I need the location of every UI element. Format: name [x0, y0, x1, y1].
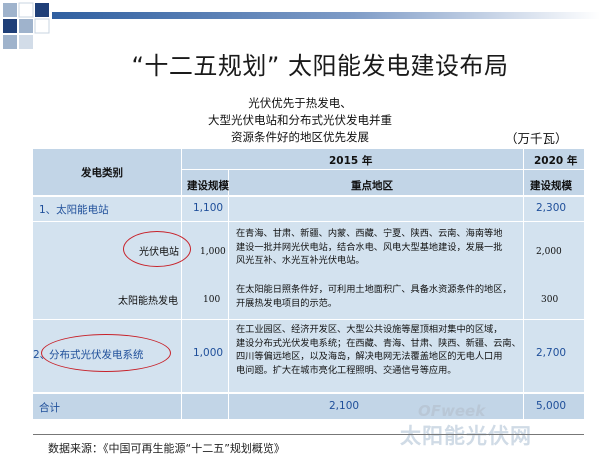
header-scale-2020: 建设规模 — [530, 180, 572, 192]
header-2015: 2015 年 — [329, 155, 373, 167]
subtitle-line-2: 大型光伏电站和分布式光伏发电并重 — [208, 113, 392, 127]
row-total-2015: 2,100 — [329, 400, 360, 412]
row-thermal-2015: 100 — [203, 295, 221, 305]
row-total-2020: 5,000 — [536, 400, 567, 412]
bottom-divider — [33, 434, 584, 435]
watermark-site: 太阳能光伏网 — [400, 424, 532, 448]
row-pv-station-2020: 2,000 — [536, 247, 562, 257]
header-category: 发电类别 — [81, 167, 123, 179]
top-gradient-bar — [52, 12, 600, 19]
row-total-label: 合计 — [39, 402, 60, 414]
row-solar-station-2020: 2,300 — [536, 202, 567, 214]
subtitle-line-3: 资源条件好的地区优先发展 — [231, 130, 369, 144]
subtitle-line-1: 光伏优先于热发电、 — [248, 96, 352, 110]
row-thermal-2020: 300 — [541, 295, 559, 305]
planning-table: 发电类别 2015 年 2020 年 建设规模 重点地区 建设规模 1、太阳能电… — [33, 149, 584, 419]
unit-label: （万千瓦） — [505, 131, 568, 146]
header-2020: 2020 年 — [534, 155, 578, 167]
row-thermal-label: 太阳能热发电 — [118, 296, 178, 307]
row-thermal-desc: 在太阳能日照条件好，可利用土地面积广、具备水资源条件的地区， 开展热发电项目的示… — [236, 284, 512, 309]
row-solar-station-2015: 1,100 — [193, 202, 224, 214]
row-pv-station-2015: 1,000 — [200, 247, 226, 257]
row-pv-station-desc: 在青海、甘肃、新疆、内蒙、西藏、宁夏、陕西、云南、海南等地 建设一批并网光伏电站… — [236, 228, 503, 267]
page-title: “十二五规划” 太阳能发电建设布局 — [131, 52, 509, 80]
row-distributed-desc: 在工业园区、经济开发区、大型公共设施等屋顶相对集中的区域， 建设分布式光伏发电系… — [236, 324, 521, 376]
watermark-brand: OFweek — [418, 402, 486, 420]
data-source: 数据来源：《中国可再生能源“十二五”规划概览》 — [48, 442, 285, 455]
highlight-oval-distributed — [41, 334, 171, 372]
row-distributed-2020: 2,700 — [536, 347, 567, 359]
header-key-area: 重点地区 — [351, 180, 393, 192]
header-scale-2015: 建设规模 — [187, 180, 229, 192]
row-solar-station-label: 1、太阳能电站 — [39, 204, 109, 216]
row-distributed-2015: 1,000 — [193, 347, 224, 359]
highlight-oval-pv-station — [123, 231, 191, 267]
